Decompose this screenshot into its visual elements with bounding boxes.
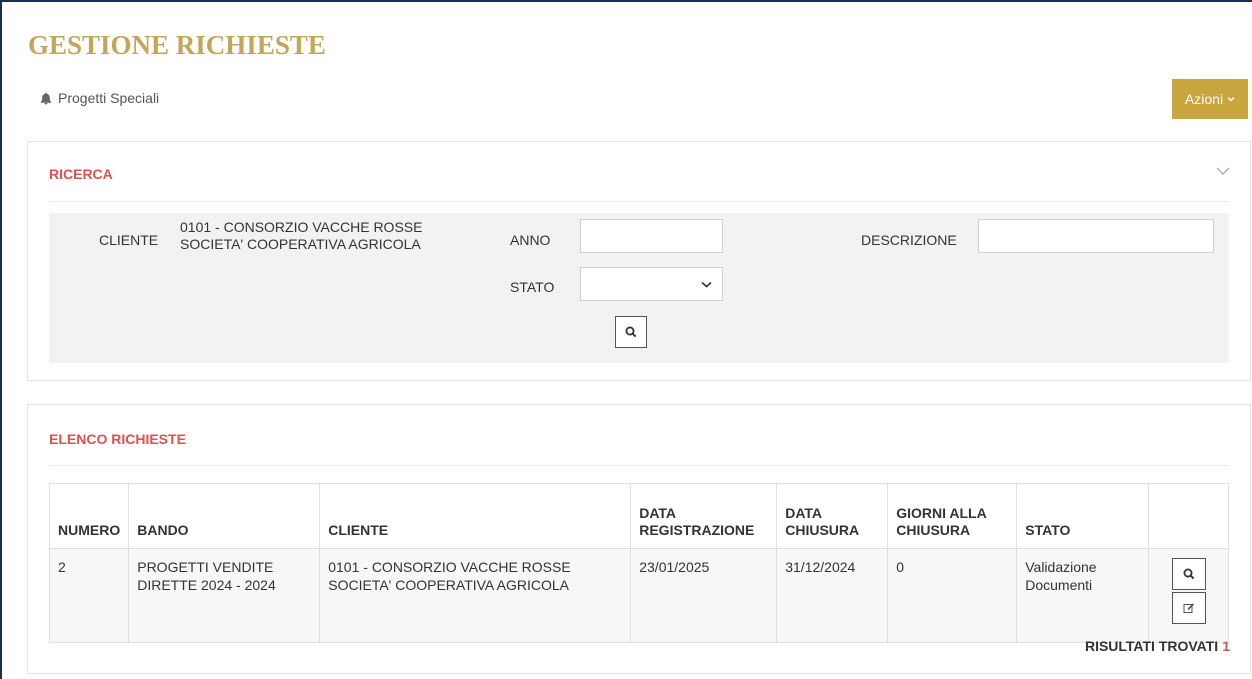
cell-cliente: 0101 - CONSORZIO VACCHE ROSSE SOCIETA' C… <box>319 548 632 643</box>
search-form: CLIENTE 0101 - CONSORZIO VACCHE ROSSE SO… <box>49 213 1229 363</box>
search-section-title: RICERCA <box>49 166 113 182</box>
chevron-down-icon <box>701 281 712 288</box>
table-header-row: NUMERO BANDO CLIENTE DATA REGISTRAZIONE … <box>48 483 1229 549</box>
cliente-label: CLIENTE <box>99 232 159 248</box>
col-stato[interactable]: STATO <box>1016 483 1150 549</box>
search-icon <box>1183 568 1194 580</box>
col-numero[interactable]: NUMERO <box>48 483 130 549</box>
col-cliente[interactable]: CLIENTE <box>319 483 632 549</box>
anno-input[interactable] <box>580 219 723 253</box>
results-number: 1 <box>1222 638 1230 654</box>
edit-icon <box>1183 603 1194 613</box>
actions-button[interactable]: Azioni <box>1172 79 1248 119</box>
chevron-down-icon <box>1227 97 1235 102</box>
results-count: RISULTATI TROVATI 1 <box>1085 638 1230 654</box>
cell-bando: PROGETTI VENDITE DIRETTE 2024 - 2024 <box>128 548 321 643</box>
edit-button[interactable] <box>1171 592 1206 624</box>
list-section-title: ELENCO RICHIESTE <box>49 431 186 447</box>
cell-giorni: 0 <box>887 548 1018 643</box>
col-bando[interactable]: BANDO <box>128 483 321 549</box>
requests-table: NUMERO BANDO CLIENTE DATA REGISTRAZIONE … <box>48 483 1229 643</box>
anno-label: ANNO <box>510 232 551 248</box>
table-row: 2 PROGETTI VENDITE DIRETTE 2024 - 2024 0… <box>48 548 1229 643</box>
stato-select[interactable] <box>580 267 723 301</box>
bell-icon <box>40 92 52 104</box>
results-label: RISULTATI TROVATI <box>1084 638 1219 654</box>
list-divider <box>49 465 1229 466</box>
descrizione-input[interactable] <box>978 219 1214 253</box>
cell-data-registrazione: 23/01/2025 <box>630 548 778 643</box>
cell-numero: 2 <box>48 548 130 643</box>
col-data-chiusura[interactable]: DATA CHIUSURA <box>776 483 889 549</box>
search-icon <box>625 326 637 338</box>
list-panel: ELENCO RICHIESTE NUMERO BANDO CLIENTE DA… <box>27 404 1251 674</box>
page-title: GESTIONE RICHIESTE <box>28 30 326 60</box>
search-button[interactable] <box>615 316 647 348</box>
col-giorni-chiusura[interactable]: GIORNI ALLA CHIUSURA <box>887 483 1018 549</box>
search-divider <box>49 201 1229 202</box>
stato-label: STATO <box>510 279 555 295</box>
actions-button-label: Azioni <box>1184 91 1224 107</box>
breadcrumb[interactable]: Progetti Speciali <box>40 90 159 106</box>
breadcrumb-label: Progetti Speciali <box>58 90 160 106</box>
col-actions <box>1148 483 1229 549</box>
cell-data-chiusura: 31/12/2024 <box>776 548 889 643</box>
cliente-value: 0101 - CONSORZIO VACCHE ROSSE SOCIETA' C… <box>180 219 423 252</box>
collapse-chevron-icon[interactable] <box>1216 166 1230 176</box>
search-panel: RICERCA CLIENTE 0101 - CONSORZIO VACCHE … <box>27 141 1251 381</box>
descrizione-label: DESCRIZIONE <box>861 232 957 248</box>
cell-actions <box>1148 548 1229 643</box>
view-button[interactable] <box>1171 558 1206 590</box>
cell-stato: Validazione Documenti <box>1016 548 1150 643</box>
col-data-registrazione[interactable]: DATA REGISTRAZIONE <box>630 483 778 549</box>
